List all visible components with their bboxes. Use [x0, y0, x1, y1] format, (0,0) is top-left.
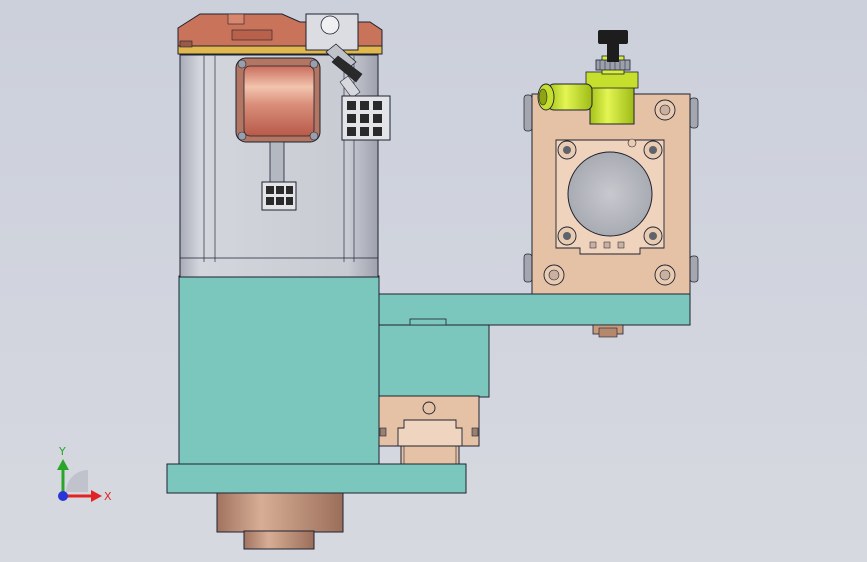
- signal-connector: [341, 95, 391, 141]
- bronze-hub[interactable]: [216, 491, 344, 550]
- horizontal-arm[interactable]: [378, 293, 691, 398]
- servo-motor[interactable]: [177, 13, 391, 278]
- axis-triad-icon: Y X: [57, 445, 112, 503]
- air-fitting[interactable]: [537, 30, 639, 125]
- linear-guide-block[interactable]: [378, 395, 480, 465]
- y-axis-label: Y: [58, 445, 66, 458]
- arm-bottom-stub: [592, 324, 624, 338]
- base-plate[interactable]: [166, 463, 467, 494]
- x-axis-label: X: [104, 490, 112, 503]
- vertical-bracket[interactable]: [178, 275, 380, 465]
- cad-viewport[interactable]: Y X: [0, 0, 867, 562]
- power-connector: [261, 181, 297, 211]
